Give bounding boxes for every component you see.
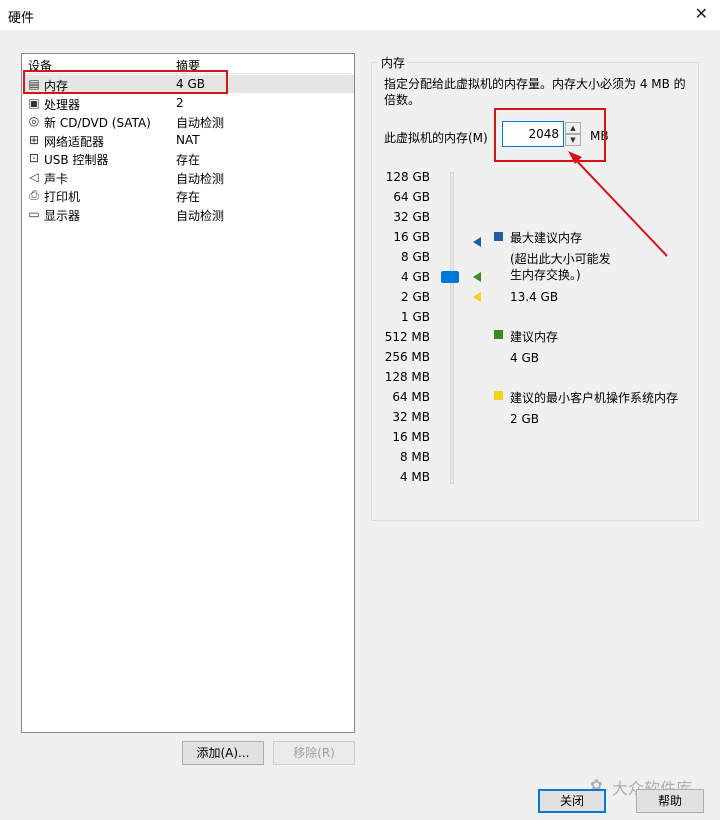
device-row-usb-controller[interactable]: ⊡ USB 控制器 存在	[24, 149, 354, 167]
device-row-network-adapter[interactable]: ⊞ 网络适配器 NAT	[24, 131, 354, 149]
tick-label: 64 MB	[392, 390, 430, 404]
max-legend-note: (超出此大小可能发生内存交换。)	[510, 252, 611, 282]
tick-label: 16 MB	[392, 430, 430, 444]
usb-icon: ⊡	[28, 151, 40, 165]
device-row-display[interactable]: ▭ 显示器 自动检测	[24, 205, 354, 223]
tick-label: 4 MB	[399, 470, 430, 484]
add-button[interactable]: 添加(A)...	[182, 741, 264, 765]
tick-label: 8 GB	[401, 250, 430, 264]
device-summary: 存在	[176, 190, 201, 204]
device-name: 声卡	[44, 172, 69, 186]
device-name: USB 控制器	[44, 153, 109, 167]
minimum-legend-title: 建议的最小客户机操作系统内存	[510, 391, 679, 405]
cd-dvd-icon: ◎	[28, 114, 40, 128]
help-button[interactable]: 帮助	[636, 789, 704, 813]
device-row-cd-dvd[interactable]: ◎ 新 CD/DVD (SATA) 自动检测	[24, 112, 354, 130]
remove-button[interactable]: 移除(R)	[273, 741, 355, 765]
recommended-legend-title: 建议内存	[510, 330, 559, 344]
tick-label: 2 GB	[401, 290, 430, 304]
minimum-marker	[473, 292, 481, 302]
minimum-legend-value: 2 GB	[510, 412, 539, 426]
display-icon: ▭	[28, 207, 40, 221]
device-name: 打印机	[44, 190, 81, 204]
device-summary: 2	[176, 96, 184, 110]
window-title: 硬件	[8, 11, 35, 26]
tick-label: 1 GB	[401, 310, 430, 324]
processor-icon: ▣	[28, 96, 40, 110]
memory-group-title: 内存	[378, 54, 409, 71]
sound-card-icon: ◁	[29, 170, 39, 184]
device-summary: 自动检测	[176, 172, 225, 186]
device-summary: 自动检测	[176, 116, 225, 130]
memory-slider-track[interactable]	[450, 172, 454, 484]
close-icon[interactable]: ✕	[695, 4, 708, 23]
recommended-legend-swatch	[494, 330, 503, 339]
device-name: 网络适配器	[44, 135, 105, 149]
device-name: 显示器	[44, 209, 81, 223]
device-name: 新 CD/DVD (SATA)	[44, 116, 151, 130]
device-name: 处理器	[44, 98, 81, 112]
device-row-processor[interactable]: ▣ 处理器 2	[24, 94, 354, 112]
device-row-sound-card[interactable]: ◁ 声卡 自动检测	[24, 168, 354, 186]
tick-label: 32 MB	[392, 410, 430, 424]
device-summary: 自动检测	[176, 209, 225, 223]
tick-label: 32 GB	[393, 210, 430, 224]
max-legend-value: 13.4 GB	[510, 290, 559, 304]
minimum-legend-swatch	[494, 391, 503, 400]
printer-icon: ⎙	[29, 188, 39, 202]
recommended-legend-value: 4 GB	[510, 351, 539, 365]
tick-label: 4 GB	[401, 270, 430, 284]
device-summary: NAT	[176, 133, 200, 147]
max-legend-swatch	[494, 232, 503, 241]
tick-label: 8 MB	[399, 450, 430, 464]
tick-label: 512 MB	[384, 330, 430, 344]
max-recommended-marker	[473, 237, 481, 247]
tick-label: 64 GB	[393, 190, 430, 204]
tick-label: 128 GB	[385, 170, 430, 184]
tick-label: 256 MB	[384, 350, 430, 364]
device-list[interactable]: 设备 摘要 ▤ 内存 4 GB ▣ 处理器 2 ◎ 新 CD/DVD (SATA…	[21, 53, 355, 733]
network-adapter-icon: ⊞	[28, 133, 40, 147]
memory-field-label: 此虚拟机的内存(M)	[384, 131, 488, 145]
selection-highlight-annotation	[23, 70, 228, 94]
recommended-marker	[473, 272, 481, 282]
tick-label: 16 GB	[393, 230, 430, 244]
memory-scale-labels: 128 GB 64 GB 32 GB 16 GB 8 GB 4 GB 2 GB …	[370, 170, 430, 490]
close-button[interactable]: 关闭	[538, 789, 606, 813]
max-legend-title: 最大建议内存	[510, 231, 583, 245]
memory-description: 指定分配给此虚拟机的内存量。内存大小必须为 4 MB 的倍数。	[384, 77, 686, 107]
tick-label: 128 MB	[384, 370, 430, 384]
title-bar: 硬件 ✕	[0, 0, 720, 30]
device-summary: 存在	[176, 153, 201, 167]
memory-slider-thumb[interactable]	[441, 271, 459, 283]
device-row-printer[interactable]: ⎙ 打印机 存在	[24, 186, 354, 204]
